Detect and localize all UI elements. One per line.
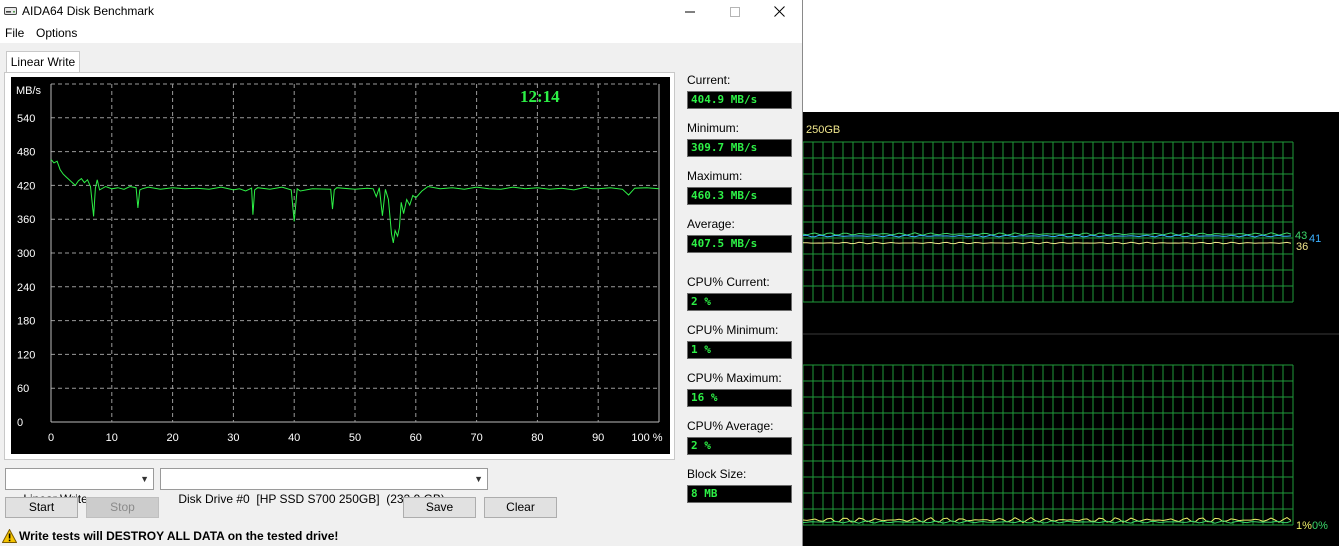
block-size-label: Block Size: (687, 467, 747, 481)
close-icon (774, 6, 785, 17)
y-tick-label: 360 (17, 214, 35, 226)
minimum-label: Minimum: (687, 121, 740, 135)
load-value-green: 0% (1312, 520, 1328, 532)
maximize-button[interactable] (712, 0, 757, 23)
cpu-current-value: 2 % (687, 293, 792, 311)
cpu-average-value: 2 % (687, 437, 792, 455)
block-size-value: 8 MB (687, 485, 792, 503)
x-tick-label: 30 (227, 432, 239, 444)
minimize-button[interactable] (667, 0, 712, 23)
minimum-value: 309.7 MB/s (687, 139, 792, 157)
warning-icon (2, 529, 17, 543)
x-tick-label: 60 (410, 432, 422, 444)
window-title: AIDA64 Disk Benchmark (22, 4, 155, 18)
test-type-select[interactable]: Linear Write ▼ (5, 468, 154, 506)
y-tick-label: 60 (17, 383, 29, 395)
x-tick-label: 40 (288, 432, 300, 444)
menu-bar (0, 23, 802, 43)
menu-file[interactable]: File (5, 26, 24, 40)
cpu-average-label: CPU% Average: (687, 419, 774, 433)
x-tick-label: 100 % (631, 432, 662, 444)
monitor-graphs: 250GB 43 41 36 1% 0% (802, 112, 1339, 546)
x-tick-label: 50 (349, 432, 361, 444)
title-bar: AIDA64 Disk Benchmark (0, 0, 802, 23)
elapsed-timer: 12:14 (520, 87, 560, 106)
y-unit-label: MB/s (16, 85, 42, 97)
maximum-value: 460.3 MB/s (687, 187, 792, 205)
hardware-monitor-panel: 250GB 43 41 36 1% 0% (802, 112, 1339, 546)
y-tick-label: 240 (17, 282, 35, 294)
disk-app-icon (4, 7, 17, 15)
maximum-label: Maximum: (687, 169, 743, 183)
close-button[interactable] (757, 0, 802, 23)
current-label: Current: (687, 73, 731, 87)
y-tick-label: 420 (17, 180, 35, 192)
x-tick-label: 90 (592, 432, 604, 444)
average-value: 407.5 MB/s (687, 235, 792, 253)
y-tick-label: 300 (17, 248, 35, 260)
start-button[interactable]: Start (5, 497, 78, 518)
load-value-yellow: 1% (1296, 520, 1312, 532)
menu-options[interactable]: Options (36, 26, 77, 40)
drive-select[interactable]: Disk Drive #0 [HP SSD S700 250GB] (232.9… (160, 468, 488, 506)
y-tick-label: 480 (17, 147, 35, 159)
throughput-graph: 540 480 420 360 300 240 180 120 60 0 0 10 20 30 40 50 6… (11, 77, 670, 454)
clear-button[interactable]: Clear (484, 497, 557, 518)
x-tick-label: 10 (106, 432, 118, 444)
x-tick-label: 0 (48, 432, 54, 444)
y-tick-label: 540 (17, 113, 35, 125)
current-value: 404.9 MB/s (687, 91, 792, 109)
tab-linear-write[interactable]: Linear Write (6, 51, 80, 73)
x-tick-label: 70 (470, 432, 482, 444)
cpu-maximum-label: CPU% Maximum: (687, 371, 782, 385)
cpu-minimum-label: CPU% Minimum: (687, 323, 779, 337)
average-label: Average: (687, 217, 735, 231)
cpu-maximum-value: 16 % (687, 389, 792, 407)
destroy-data-warning: Write tests will DESTROY ALL DATA on the… (19, 529, 339, 543)
temp-value-blue: 41 (1309, 233, 1321, 245)
stop-button[interactable]: Stop (86, 497, 159, 518)
save-button[interactable]: Save (403, 497, 476, 518)
chevron-down-icon: ▼ (140, 474, 149, 484)
chevron-down-icon: ▼ (474, 474, 483, 484)
drive-name-label: 250GB (806, 124, 840, 136)
y-tick-label: 180 (17, 316, 35, 328)
minimize-icon (684, 11, 695, 12)
aida64-disk-benchmark-window: AIDA64 Disk Benchmark File Options Linea… (0, 0, 803, 546)
temp-value-yellow: 36 (1296, 241, 1308, 253)
cpu-minimum-value: 1 % (687, 341, 792, 359)
cpu-current-label: CPU% Current: (687, 275, 770, 289)
x-tick-label: 20 (166, 432, 178, 444)
maximize-icon (729, 6, 740, 17)
y-tick-label: 0 (17, 417, 23, 429)
y-tick-label: 120 (17, 349, 35, 361)
x-tick-label: 80 (531, 432, 543, 444)
